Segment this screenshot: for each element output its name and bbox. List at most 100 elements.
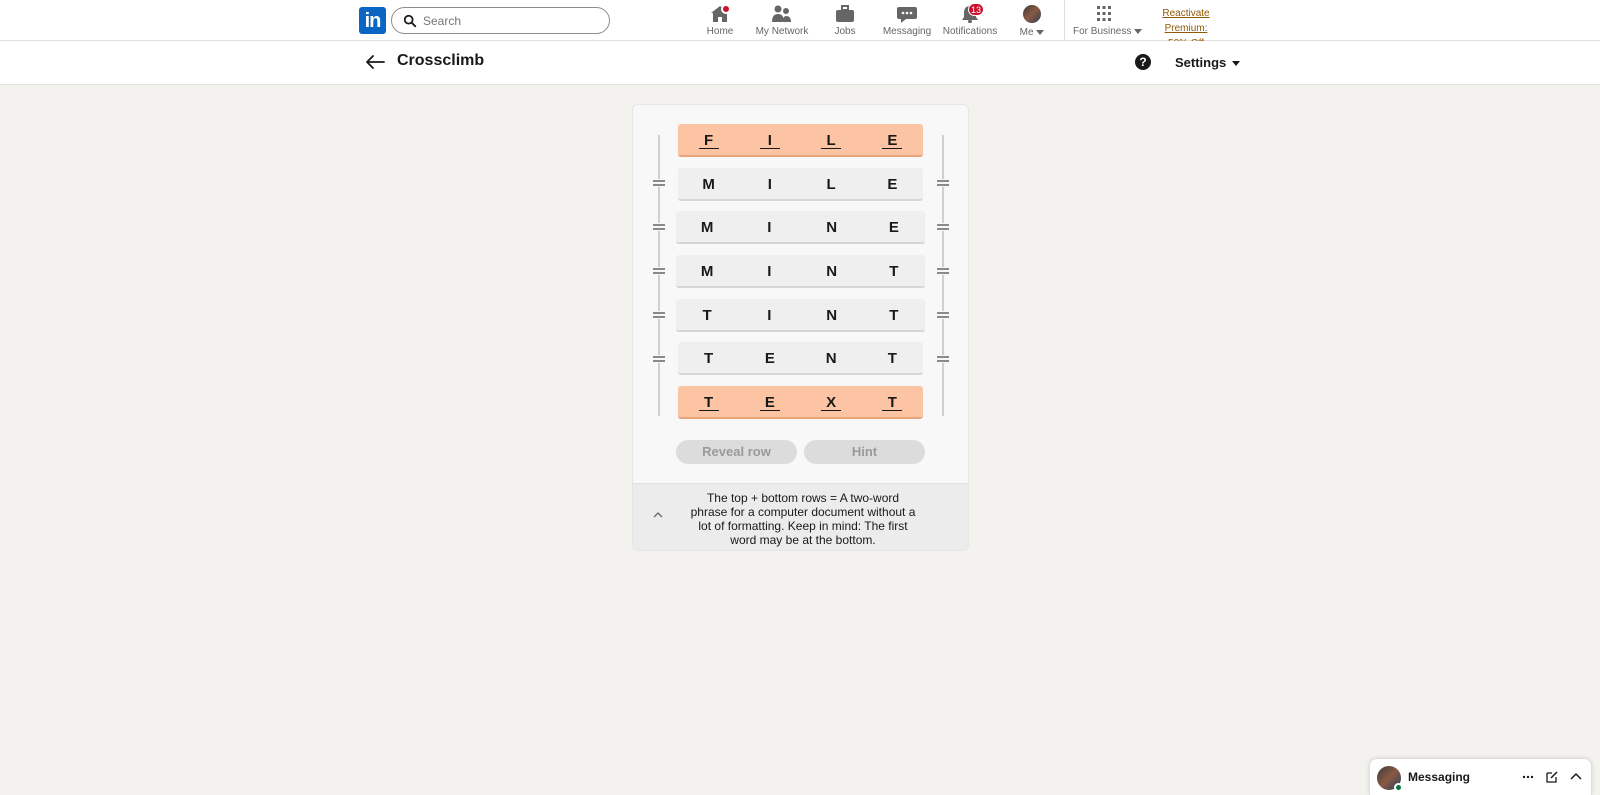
letter-cell: M	[700, 263, 714, 280]
letter-cell[interactable]: F	[678, 124, 739, 155]
nav-messaging[interactable]: Messaging	[879, 4, 935, 38]
notification-count-badge: 13	[967, 3, 984, 16]
search-box[interactable]	[391, 7, 610, 34]
word-row[interactable]: T E N T	[678, 342, 923, 375]
letter-cell: L	[826, 176, 836, 193]
game-header: Crossclimb ? Settings	[0, 41, 1600, 85]
letter-cell: I	[767, 219, 772, 236]
me-avatar-wrap	[1020, 5, 1044, 25]
reveal-row-button[interactable]: Reveal row	[676, 440, 797, 464]
nav-messaging-label: Messaging	[882, 26, 932, 37]
nav-my-network[interactable]: My Network	[753, 4, 811, 38]
letter-cell: N	[826, 307, 838, 324]
drag-handle[interactable]	[937, 311, 949, 319]
letter-cell: I	[767, 176, 772, 193]
briefcase-icon	[833, 4, 857, 24]
chevron-down-icon	[1036, 29, 1045, 35]
letter-cell[interactable]: E	[862, 124, 923, 155]
nav-for-business-label: For Business	[1073, 26, 1132, 37]
nav-notifications-label: Notifications	[942, 26, 998, 37]
letter-cell: M	[702, 176, 715, 193]
drag-handle[interactable]	[937, 267, 949, 275]
nav-for-business[interactable]: For Business	[1073, 4, 1143, 38]
word-row-bottom[interactable]: T E X T	[678, 386, 923, 419]
drag-handle[interactable]	[937, 223, 949, 231]
letter-cell: T	[889, 263, 899, 280]
nav-me[interactable]: Me	[1014, 4, 1050, 38]
nav-home-label: Home	[706, 26, 734, 37]
word-row[interactable]: T I N T	[676, 299, 925, 332]
settings-dropdown[interactable]: Settings	[1175, 55, 1241, 70]
chevron-up-icon[interactable]	[1569, 770, 1583, 784]
letter-cell: T	[704, 350, 714, 367]
drag-handle[interactable]	[937, 179, 949, 187]
nav-jobs[interactable]: Jobs	[826, 4, 864, 38]
chevron-up-icon[interactable]	[652, 509, 664, 521]
letter-cell: N	[826, 263, 838, 280]
nav-for-business-label-wrap: For Business	[1073, 26, 1143, 37]
bell-icon: 13	[958, 3, 984, 24]
letter-cell[interactable]: X	[801, 386, 862, 417]
letter-cell: E	[887, 176, 898, 193]
left-rail	[658, 135, 660, 416]
chat-icon	[895, 4, 919, 24]
letter-cell: N	[826, 219, 838, 236]
search-icon	[403, 14, 417, 28]
nav-divider	[1064, 0, 1065, 41]
online-status-dot	[1394, 783, 1403, 792]
word-row[interactable]: M I N E	[676, 211, 925, 244]
top-nav: in Home My Network Jobs Messaging 13	[0, 0, 1600, 49]
drag-handle[interactable]	[653, 355, 665, 363]
messaging-overlay[interactable]: Messaging	[1369, 758, 1592, 795]
people-icon	[770, 4, 794, 24]
letter-cell: T	[887, 350, 897, 367]
compose-icon[interactable]	[1545, 770, 1559, 784]
premium-line-1: Reactivate Premium:	[1162, 8, 1210, 34]
drag-handle[interactable]	[653, 311, 665, 319]
avatar	[1023, 5, 1041, 23]
letter-cell[interactable]: I	[739, 124, 800, 155]
settings-label: Settings	[1175, 55, 1227, 70]
nav-me-label: Me	[1019, 27, 1034, 38]
letter-cell: I	[767, 307, 772, 324]
help-icon[interactable]: ?	[1135, 54, 1151, 70]
nav-me-label-wrap: Me	[1014, 27, 1050, 38]
search-input[interactable]	[423, 12, 603, 30]
home-badge	[721, 4, 731, 14]
drag-handle[interactable]	[653, 179, 665, 187]
drag-handle[interactable]	[653, 267, 665, 275]
nav-my-network-label: My Network	[755, 26, 809, 37]
right-rail	[942, 135, 944, 416]
crossclimb-board: F I L E M I L E M I N E M I N T T I N T …	[632, 104, 969, 551]
caret-down-icon	[1232, 61, 1241, 67]
letter-cell: T	[889, 307, 899, 324]
word-row-top[interactable]: F I L E	[678, 124, 923, 157]
nav-notifications[interactable]: 13 Notifications	[941, 3, 999, 38]
clue-panel: The top + bottom rows = A two-word phras…	[633, 483, 968, 550]
more-options-icon[interactable]	[1521, 770, 1535, 784]
letter-cell[interactable]: L	[801, 124, 862, 155]
nav-jobs-label: Jobs	[834, 26, 856, 37]
letter-cell: T	[702, 307, 712, 324]
letter-cell: E	[764, 350, 775, 367]
drag-handle[interactable]	[653, 223, 665, 231]
letter-cell: N	[825, 350, 837, 367]
nav-home[interactable]: Home	[699, 4, 741, 38]
word-row[interactable]: M I L E	[678, 168, 923, 201]
letter-cell: M	[700, 219, 714, 236]
clue-text: The top + bottom rows = A two-word phras…	[690, 491, 916, 547]
messaging-label: Messaging	[1408, 770, 1471, 784]
linkedin-logo[interactable]: in	[359, 7, 386, 34]
drag-handle[interactable]	[937, 355, 949, 363]
page-title: Crossclimb	[397, 52, 485, 69]
letter-cell: I	[767, 263, 772, 280]
back-arrow-icon[interactable]	[364, 53, 386, 71]
home-icon	[708, 4, 732, 24]
letter-cell[interactable]: T	[862, 386, 923, 417]
letter-cell[interactable]: E	[739, 386, 800, 417]
hint-button[interactable]: Hint	[804, 440, 925, 464]
letter-cell[interactable]: T	[678, 386, 739, 417]
grid-icon	[1092, 4, 1116, 24]
word-row[interactable]: M I N T	[676, 255, 925, 288]
letter-cell: E	[888, 219, 899, 236]
